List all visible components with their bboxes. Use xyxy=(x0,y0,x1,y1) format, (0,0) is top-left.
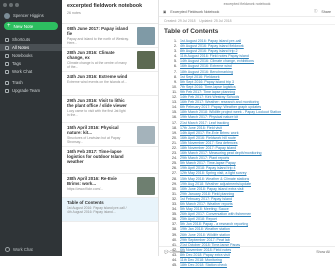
sidebar-item-trash[interactable]: Trash xyxy=(0,79,62,86)
updated-date: Updated: 25 Jul 2018 xyxy=(199,19,232,23)
sidebar: Spencer Higgins + New Note Shortcuts All… xyxy=(0,0,62,256)
work-chat-button[interactable]: Work Chat xyxy=(5,247,33,252)
new-note-label: New Note xyxy=(13,23,34,29)
window-title: excerpted fieldwork notebook xyxy=(223,1,271,6)
note-preview: Lucy came to visit with the first Jat li… xyxy=(67,109,126,117)
notebook-chip-icon: ▣ xyxy=(163,9,167,14)
note-title: 15th April 2016: Physical nature: kit... xyxy=(67,125,119,135)
editor-footer: 💬 Comment Show All xyxy=(159,246,335,256)
sidebar-item-label: Work Chat xyxy=(12,69,33,74)
note-title: 16th Feb 2017: Time-lapse logistics for … xyxy=(67,149,124,164)
toc-list: 1. 1st August 2016: Papay island pre-call… xyxy=(164,39,331,268)
sidebar-item-work-chat[interactable]: Work Chat xyxy=(0,68,62,75)
notebook-chip[interactable]: Excerpted Fieldwork Notebook xyxy=(170,10,219,14)
note-thumbnail xyxy=(137,51,155,69)
sidebar-item-all-notes[interactable]: All Notes xyxy=(0,44,62,51)
note-body[interactable]: Table of Contents 1. 1st August 2016: Pap… xyxy=(164,28,331,268)
note-thumbnail xyxy=(137,27,155,45)
note-title: 29th Jun 2016: Visit to lithic the plant… xyxy=(67,98,127,108)
close-window-button[interactable] xyxy=(3,3,7,7)
note-title: Table of Contents xyxy=(67,200,104,205)
notebook-title: excerpted fieldwork notebook xyxy=(67,3,143,9)
sidebar-item-tags[interactable]: Tags xyxy=(0,60,62,67)
comment-label: Comment xyxy=(169,249,186,254)
list-item-selected[interactable]: Table of Contents 1st August 2016: Papay… xyxy=(62,198,158,222)
account-switcher[interactable]: Spencer Higgins xyxy=(4,11,59,20)
note-preview: https://www.flickr.com/... xyxy=(67,187,104,191)
list-item[interactable]: 16th Feb 2017: Time-lapse logistics for … xyxy=(62,147,158,174)
note-preview: Extreme wind events on the islands of... xyxy=(67,80,127,84)
note-thumbnail xyxy=(137,177,155,195)
note-thumbnail xyxy=(137,126,155,144)
toc-number: 45. xyxy=(172,263,177,268)
note-title: 28th Jun 2016: Climate change, ex xyxy=(67,50,115,60)
note-list-header: excerpted fieldwork notebook 26 notes xyxy=(62,0,158,24)
sidebar-item-notebooks[interactable]: Notebooks xyxy=(0,52,62,59)
list-item[interactable]: 28th April 2016: Re-Evie Brims: work... … xyxy=(62,174,158,198)
note-title: 28th April 2016: Re-Evie Brims: work... xyxy=(67,176,117,186)
maximize-window-button[interactable] xyxy=(15,3,19,7)
note-list: excerpted fieldwork notebook 26 notes 08… xyxy=(62,0,159,256)
note-preview: Structures of Lewisian hut at Papay Stro… xyxy=(67,136,121,144)
note-title: 24th Jun 2016: Extreme wind xyxy=(67,74,128,79)
sidebar-item-label: Shortcuts xyxy=(12,37,31,42)
note-icon xyxy=(5,45,9,50)
note-preview: Papay and island to the north of Westray… xyxy=(67,37,129,45)
avatar xyxy=(4,12,10,19)
sidebar-item-shortcuts[interactable]: Shortcuts xyxy=(0,36,62,43)
editor-toolbar: ▣ Excerpted Fieldwork Notebook ⓘ Share xyxy=(159,7,335,17)
sidebar-item-label: All Notes xyxy=(12,45,30,50)
trash-icon xyxy=(5,80,9,85)
window-controls xyxy=(3,3,19,7)
note-title: 08th June 2017: Papay island fie xyxy=(67,26,129,36)
note-count: 26 notes xyxy=(67,11,81,15)
sidebar-item-upgrade[interactable]: Upgrade Team xyxy=(0,87,62,94)
toc-item: 45. 18th Dec 2018: Station check xyxy=(164,263,331,268)
notebook-icon xyxy=(5,53,9,58)
work-chat-label: Work Chat xyxy=(13,247,33,252)
minimize-window-button[interactable] xyxy=(9,3,13,7)
note-preview: 1st August 2016: Papay island pre-call /… xyxy=(67,206,127,214)
list-item[interactable]: 29th Jun 2016: Visit to lithic the plant… xyxy=(62,96,158,123)
list-item[interactable]: 28th Jun 2016: Climate change, ex Climat… xyxy=(62,48,158,72)
created-date: Created: 29 Jul 2018 xyxy=(164,19,196,23)
chat-bubble-icon xyxy=(5,247,10,252)
note-heading: Table of Contents xyxy=(164,28,219,35)
note-preview: Climate change is at the centre of many … xyxy=(67,61,127,69)
show-all-button[interactable]: Show All xyxy=(316,250,330,254)
tag-icon xyxy=(5,61,9,66)
account-name: Spencer Higgins xyxy=(13,13,44,18)
sidebar-item-label: Notebooks xyxy=(12,53,33,58)
comment-button[interactable]: 💬 Comment xyxy=(164,250,185,254)
plus-icon: + xyxy=(7,23,11,29)
note-editor: excerpted fieldwork notebook ▣ Excerpted… xyxy=(159,0,335,267)
list-item[interactable]: 24th Jun 2016: Extreme wind Extreme wind… xyxy=(62,72,158,96)
share-button[interactable]: Share xyxy=(321,10,331,14)
chat-icon xyxy=(5,69,9,74)
note-meta: Created: 29 Jul 2018 Updated: 25 Jul 201… xyxy=(159,17,335,25)
info-icon[interactable]: ⓘ xyxy=(314,9,318,14)
upgrade-icon xyxy=(5,88,9,93)
list-item[interactable]: 08th June 2017: Papay island fie Papay a… xyxy=(62,24,158,48)
sidebar-item-label: Tags xyxy=(12,61,22,66)
new-note-button[interactable]: + New Note xyxy=(4,22,58,30)
star-icon xyxy=(5,37,9,42)
toc-link[interactable]: 18th Dec 2018: Station check xyxy=(180,263,227,268)
sidebar-item-label: Upgrade Team xyxy=(12,88,41,93)
sidebar-item-label: Trash xyxy=(12,80,23,85)
list-item[interactable]: 15th April 2016: Physical nature: kit...… xyxy=(62,123,158,147)
